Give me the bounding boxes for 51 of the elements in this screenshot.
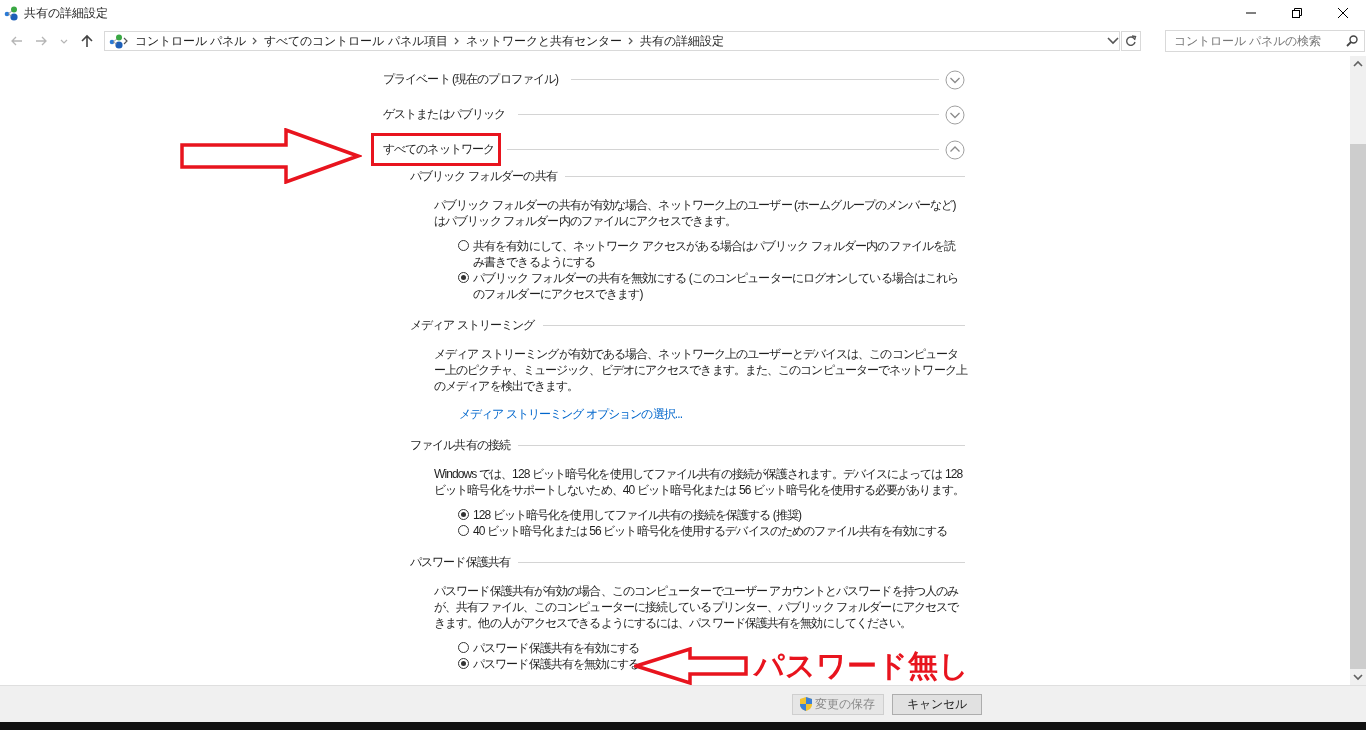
- scroll-down-icon[interactable]: [1353, 673, 1363, 681]
- address-bar[interactable]: コントロール パネル すべてのコントロール パネル項目 ネットワークと共有センター 共有の詳細設定: [104, 31, 1120, 51]
- radio-button[interactable]: [458, 658, 469, 669]
- breadcrumb-link[interactable]: 共有の詳細設定: [639, 32, 724, 50]
- chevron-right-icon: [252, 37, 259, 45]
- section-heading: パブリック フォルダーの共有: [410, 167, 557, 185]
- breadcrumb-link[interactable]: すべてのコントロール パネル項目: [264, 32, 448, 50]
- scroll-up-icon[interactable]: [1353, 60, 1363, 68]
- section-header[interactable]: ゲストまたはパブリック: [371, 98, 513, 131]
- cancel-button[interactable]: キャンセル: [892, 693, 982, 715]
- section-header[interactable]: すべてのネットワーク: [371, 133, 501, 166]
- section-heading: パスワード保護共有: [410, 553, 510, 571]
- collapse-icon[interactable]: [945, 139, 965, 160]
- option-label[interactable]: パスワード保護共有を有効にする: [473, 640, 640, 656]
- radio-button[interactable]: [458, 240, 469, 251]
- radio-button[interactable]: [458, 642, 469, 653]
- description-text: メディア ストリーミングが有効である場合、ネットワーク上のユーザーとデバイスは、このコンピューター上のピクチャ、ミュージック、ビデオにアクセスできます。また、このコンピューターでネットワーク上のメディアを検出できます。: [434, 346, 969, 394]
- description-text: パブリック フォルダーの共有が有効な場合、ネットワーク上のユーザー (ホームグループのメンバーなど) はパブリック フォルダー内のファイルにアクセスできます。: [434, 197, 957, 229]
- option-label[interactable]: 128 ビット暗号化を使用してファイル共有の接続を保護する (推奨): [473, 507, 802, 523]
- scrollbar[interactable]: [1350, 56, 1366, 685]
- window-title: 共有の詳細設定: [24, 4, 108, 22]
- description-text: パスワード保護共有が有効の場合、このコンピューターでユーザー アカウントとパスワードを持つ人のみが、共有ファイル、このコンピューターに接続しているプリンター、パブリック フォルダーにアクセスできます。他の人がアクセスできるようにするには、パスワード保護共有を無効にしてください。: [434, 583, 960, 631]
- chevron-right-icon: [123, 37, 129, 45]
- breadcrumb-link[interactable]: ネットワークと共有センター: [465, 32, 622, 50]
- dropdown-caret-icon[interactable]: [1107, 37, 1119, 45]
- description-text: Windows では、128 ビット暗号化を使用してファイル共有の接続が保護されます。デバイスによっては 128 ビット暗号化をサポートしないため、40 ビット暗号化または 56 ビット暗号化を使用する必要があります。: [434, 466, 965, 498]
- network-icon: [109, 33, 123, 49]
- radio-button[interactable]: [458, 509, 469, 520]
- option-label[interactable]: パブリック フォルダーの共有を無効にする (このコンピューターにログオンしている場合はこれらのフォルダーにアクセスできます): [473, 270, 965, 302]
- annotation-text: パスワード無し: [754, 648, 969, 684]
- radio-button[interactable]: [458, 525, 469, 536]
- breadcrumb-link[interactable]: コントロール パネル: [135, 32, 247, 50]
- chevron-right-icon: [627, 37, 634, 45]
- section-header[interactable]: プライベート (現在のプロファイル): [371, 63, 566, 96]
- search-icon[interactable]: [1346, 35, 1358, 47]
- refresh-icon[interactable]: [1125, 35, 1137, 47]
- chevron-right-icon: [453, 37, 460, 45]
- shield-icon: [799, 696, 813, 712]
- up-arrow-icon[interactable]: [80, 34, 94, 48]
- section-heading: メディア ストリーミング: [410, 316, 535, 334]
- section-heading: ファイル共有の接続: [410, 436, 510, 454]
- expand-icon[interactable]: [945, 104, 965, 125]
- expand-icon[interactable]: [945, 69, 965, 90]
- options-link[interactable]: メディア ストリーミング オプションの選択...: [459, 406, 683, 422]
- close-icon[interactable]: [1338, 8, 1348, 18]
- radio-button[interactable]: [458, 272, 469, 283]
- restore-icon[interactable]: [1292, 8, 1302, 18]
- option-label[interactable]: 40 ビット暗号化または 56 ビット暗号化を使用するデバイスのためのファイル共有を有効にする: [473, 523, 948, 539]
- network-icon: [4, 5, 18, 21]
- search-field[interactable]: コントロール パネルの検索: [1165, 30, 1365, 52]
- option-label[interactable]: 共有を有効にして、ネットワーク アクセスがある場合はパブリック フォルダー内のファイルを読み書きできるようにする: [473, 238, 965, 270]
